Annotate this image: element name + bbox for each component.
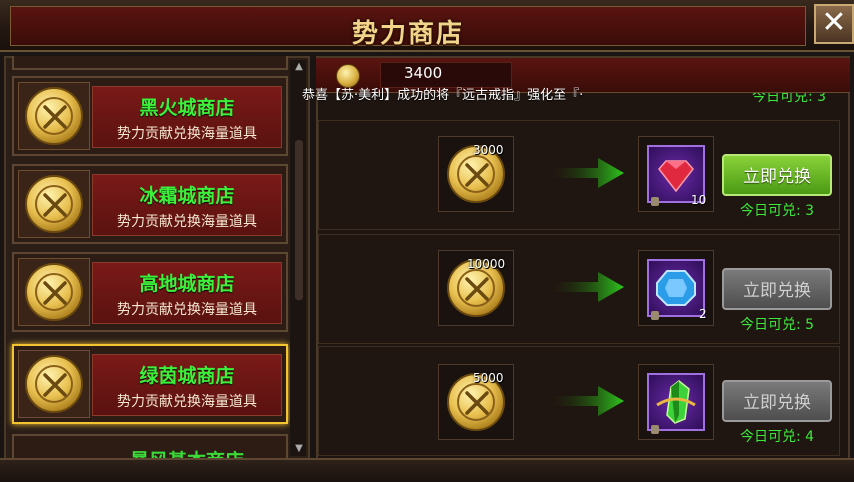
shop-icon-frame xyxy=(18,258,90,326)
shop-list-item-gaodi[interactable]: 高地城商店 势力贡献兑换海量道具 xyxy=(12,252,288,332)
shop-icon-frame xyxy=(18,170,90,238)
reward-frame xyxy=(647,373,705,431)
shop-label: 高地城商店 势力贡献兑换海量道具 xyxy=(92,262,282,324)
shop-icon-frame xyxy=(18,350,90,418)
blue-sapphire-gem-icon xyxy=(656,270,696,306)
shop-name: 黑火城商店 xyxy=(139,97,235,119)
broadcast-message: 恭喜【苏·美利】成功的将『远古戒指』强化至『· xyxy=(302,88,584,103)
shop-desc: 势力贡献兑换海量道具 xyxy=(117,394,257,410)
shop-desc: 势力贡献兑换海量道具 xyxy=(117,126,257,142)
reward-slot[interactable]: 2 xyxy=(638,250,714,326)
currency-value: 3400 xyxy=(404,64,443,82)
scroll-thumb[interactable] xyxy=(295,140,303,300)
cost-slot[interactable]: 5000 xyxy=(438,364,514,440)
lock-icon xyxy=(651,197,659,206)
shop-name: 冰霜城商店 xyxy=(139,185,235,207)
scroll-down-icon[interactable]: ▼ xyxy=(294,444,304,454)
gold-coin-icon xyxy=(25,175,83,233)
close-button[interactable]: ✕ xyxy=(814,4,854,44)
shop-label: 冰霜城商店 势力贡献兑换海量道具 xyxy=(92,174,282,236)
gold-coin-icon xyxy=(25,263,83,321)
shop-desc: 势力贡献兑换海量道具 xyxy=(117,302,257,318)
green-crystal-icon xyxy=(656,380,696,424)
today-limit: 今日可兑: 5 xyxy=(739,317,815,333)
lock-icon xyxy=(651,311,659,320)
exchange-button[interactable]: 立即兑换 xyxy=(722,268,832,310)
reward-frame xyxy=(647,259,705,317)
arrow-right-icon xyxy=(552,272,624,302)
shop-label: 绿茵城商店 势力贡献兑换海量道具 xyxy=(92,354,282,416)
title-bar: 势力商店 ✕ xyxy=(0,0,854,52)
gold-coin-icon xyxy=(25,355,83,413)
page-title: 势力商店 xyxy=(351,19,464,49)
gold-coin-icon xyxy=(25,87,83,145)
reward-slot[interactable] xyxy=(638,364,714,440)
reward-slot[interactable]: 10 xyxy=(638,136,714,212)
shop-label: 黑火城商店 势力贡献兑换海量道具 xyxy=(92,86,282,148)
scroll-up-icon[interactable]: ▲ xyxy=(294,62,304,72)
shop-name: 高地城商店 xyxy=(139,273,235,295)
today-limit: 今日可兑: 4 xyxy=(739,429,815,445)
shop-list-item-bingshuang[interactable]: 冰霜城商店 势力贡献兑换海量道具 xyxy=(12,164,288,244)
arrow-right-icon xyxy=(552,158,624,188)
shop-icon-frame xyxy=(18,82,90,150)
cost-amount: 10000 xyxy=(467,257,506,271)
arrow-right-icon xyxy=(552,386,624,416)
reward-count: 10 xyxy=(691,193,707,207)
exchange-button[interactable]: 立即兑换 xyxy=(722,154,832,196)
shop-name: 绿茵城商店 xyxy=(139,365,235,387)
shop-list-item-lvyin[interactable]: 绿茵城商店 势力贡献兑换海量道具 xyxy=(12,344,288,424)
reward-count: 2 xyxy=(699,307,707,321)
shop-desc: 势力贡献兑换海量道具 xyxy=(117,214,257,230)
exchange-button[interactable]: 立即兑换 xyxy=(722,380,832,422)
cost-amount: 3000 xyxy=(473,143,504,157)
today-limit: 今日可兑: 3 xyxy=(739,203,815,219)
shop-list-item-partial-top xyxy=(12,56,288,70)
close-icon: ✕ xyxy=(821,5,847,40)
title-banner: 势力商店 xyxy=(10,6,806,49)
cost-slot[interactable]: 3000 xyxy=(438,136,514,212)
cost-slot[interactable]: 10000 xyxy=(438,250,514,326)
cost-amount: 5000 xyxy=(473,371,504,385)
lock-icon xyxy=(651,425,659,434)
bottom-frame xyxy=(0,458,854,482)
shop-list-item-heihuo[interactable]: 黑火城商店 势力贡献兑换海量道具 xyxy=(12,76,288,156)
